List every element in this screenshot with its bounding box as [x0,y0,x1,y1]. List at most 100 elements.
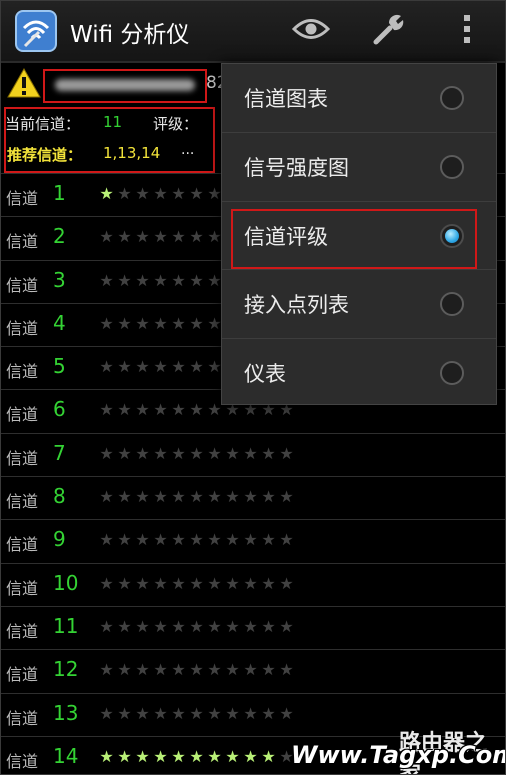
star-icon: ★ [279,443,294,463]
overflow-menu-button[interactable] [445,11,489,51]
star-icon: ★ [279,573,294,593]
star-icon: ★ [207,573,222,593]
star-icon: ★ [189,703,204,723]
star-icon: ★ [135,616,150,636]
star-icon: ★ [225,530,240,550]
menu-item[interactable]: 仪表 [222,339,496,407]
channel-label: 信道 [6,189,39,208]
star-icon: ★ [261,746,276,766]
star-icon: ★ [99,400,114,420]
star-icon: ★ [279,703,294,723]
star-icon: ★ [207,616,222,636]
channel-rating-stars: ★★★★★★★★★★★ [98,530,295,550]
star-icon: ★ [261,573,276,593]
channel-row: 信道 12 ★ ★ ★ ★ ★ ★ ★ ★ ★ ★ ★ [1,649,505,692]
channel-label: 信道 [6,405,39,425]
channel-rating-stars: ★★★★★★★★★★★ [98,747,295,767]
star-icon: ★ [117,746,132,766]
star-icon: ★ [171,487,186,507]
star-icon: ★ [225,703,240,723]
star-icon: ★ [135,573,150,593]
star-icon: ★ [279,487,294,507]
channel-label: 信道 [6,492,39,512]
star-icon: ★ [135,530,150,550]
star-icon: ★ [171,270,186,290]
channel-label: 信道 [6,275,39,295]
star-icon: ★ [207,746,222,766]
menu-item[interactable]: 信号强度图 [222,133,496,202]
channel-rating-stars: ★★★★★★★★★★★ [98,660,295,680]
star-icon: ★ [189,357,204,377]
star-icon: ★ [99,227,114,247]
eye-icon [291,16,331,46]
star-icon: ★ [225,660,240,680]
menu-item-label: 信道图表 [244,87,328,111]
channel-number: 5 [53,354,66,379]
star-icon: ★ [243,703,258,723]
star-icon: ★ [135,703,150,723]
star-icon: ★ [153,400,168,420]
menu-item[interactable]: 接入点列表 [222,270,496,340]
tools-button[interactable] [367,11,411,51]
star-icon: ★ [117,616,132,636]
star-icon: ★ [189,270,204,290]
watermark: Www.Tagxp.Com [291,741,506,769]
star-icon: ★ [243,660,258,680]
star-icon: ★ [243,487,258,507]
star-icon: ★ [135,487,150,507]
star-icon: ★ [153,184,168,203]
star-icon: ★ [171,616,186,636]
channel-number: 2 [53,224,66,249]
rating-label: 评级： [153,115,199,133]
radio-button[interactable] [440,86,464,110]
view-button[interactable] [289,11,333,51]
menu-item[interactable]: 信道图表 [222,64,496,133]
ssid-highlight [43,69,207,103]
star-icon: ★ [153,357,168,377]
star-icon: ★ [225,443,240,463]
star-icon: ★ [117,487,132,507]
radio-button[interactable] [440,223,464,248]
star-icon: ★ [261,530,276,550]
channel-label: 信道 [6,621,39,641]
star-icon: ★ [225,616,240,636]
channel-number: 13 [53,700,79,725]
channel-rating-stars: ★★★★★★★★★★★ [98,574,295,594]
menu-item[interactable]: 信道评级 [222,202,496,271]
recommended-channel-value: 1,13,14 [103,144,161,162]
radio-button[interactable] [440,292,464,317]
radio-button[interactable] [440,361,464,386]
star-icon: ★ [171,530,186,550]
channel-label: 信道 [6,318,39,338]
star-icon: ★ [153,573,168,593]
wrench-icon [371,11,407,51]
star-icon: ★ [135,184,150,203]
channel-number: 3 [53,267,66,292]
star-icon: ★ [207,487,222,507]
channel-label: 信道 [6,448,39,468]
channel-row: 信道 7 ★ ★ ★ ★ ★ ★ ★ ★ ★ ★ ★ [1,432,505,476]
channel-row: 信道 10 ★ ★ ★ ★ ★ ★ ★ ★ ★ ★ ★ [1,562,505,606]
ssid-redacted [55,79,195,91]
channel-label: 信道 [6,362,39,382]
star-icon: ★ [207,660,222,680]
channel-number: 12 [53,657,79,682]
star-icon: ★ [99,184,114,203]
recommended-channel-label: 推荐信道： [7,146,83,164]
star-icon: ★ [189,227,204,247]
star-icon: ★ [243,616,258,636]
star-icon: ★ [243,746,258,766]
current-channel-value: 11 [103,113,123,131]
star-icon: ★ [225,746,240,766]
channel-row: 信道 9 ★ ★ ★ ★ ★ ★ ★ ★ ★ ★ ★ [1,519,505,562]
radio-button[interactable] [440,154,464,179]
star-icon: ★ [207,530,222,550]
star-icon: ★ [189,573,204,593]
channel-rating-stars: ★★★★★★★★★★★ [98,704,295,724]
channel-row: 信道 11 ★ ★ ★ ★ ★ ★ ★ ★ ★ ★ ★ [1,605,505,649]
star-icon: ★ [99,746,114,766]
channel-label: 信道 [6,578,39,598]
star-icon: ★ [135,357,150,377]
star-icon: ★ [99,270,114,290]
star-icon: ★ [171,443,186,463]
